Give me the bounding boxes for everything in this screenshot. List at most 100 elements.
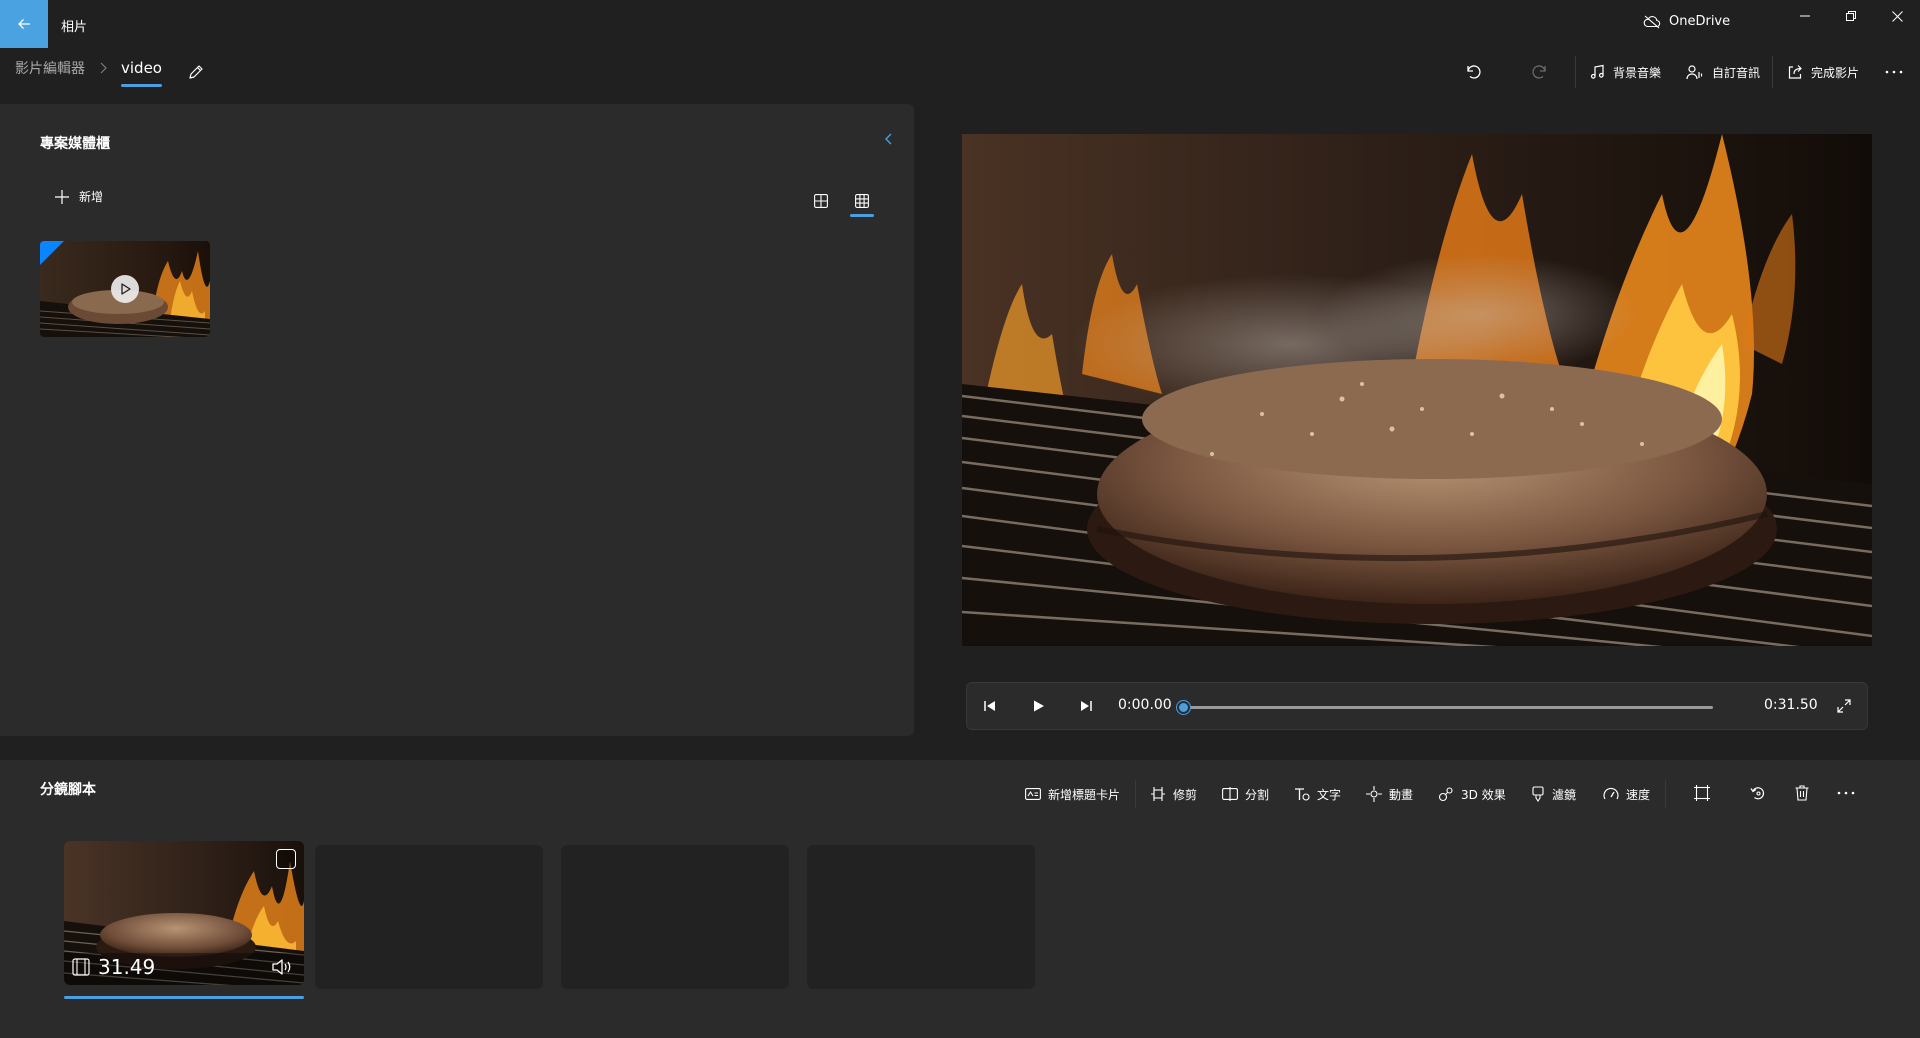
minimize-button[interactable] (1782, 0, 1828, 32)
media-item-thumbnail[interactable] (40, 241, 210, 337)
add-title-card-label: 新增標題卡片 (1048, 787, 1121, 802)
play-button[interactable] (1025, 693, 1051, 719)
breadcrumb-root[interactable]: 影片編輯器 (15, 58, 85, 78)
motion-button[interactable]: 動畫 (1366, 784, 1413, 804)
clip-volume-button[interactable] (272, 959, 294, 975)
large-grid-view-button[interactable] (808, 188, 834, 214)
grid-small-icon (855, 194, 869, 208)
project-name: video (121, 59, 162, 87)
restore-icon (1846, 11, 1856, 21)
breadcrumb: 影片編輯器 video (15, 58, 162, 87)
grid-large-icon (814, 194, 828, 208)
person-audio-icon (1686, 65, 1703, 80)
onedrive-status[interactable]: OneDrive (1643, 14, 1730, 29)
toolbar-divider (1772, 56, 1773, 88)
title-bar: 相片 OneDrive (0, 0, 1920, 48)
speedometer-icon (1603, 787, 1619, 800)
step-forward-icon (1081, 701, 1092, 711)
rotate-button[interactable] (1745, 780, 1771, 806)
current-time: 0:00.00 (1118, 697, 1172, 713)
back-button[interactable] (0, 0, 48, 48)
filters-button[interactable]: 濾鏡 (1531, 784, 1576, 804)
trim-button[interactable]: 修剪 (1150, 784, 1197, 804)
trim-label: 修剪 (1173, 787, 1198, 802)
delete-button[interactable] (1789, 780, 1815, 806)
text-button[interactable]: 文字 (1294, 784, 1341, 804)
storyboard-title: 分鏡腳本 (40, 782, 96, 798)
storyboard-more-button[interactable] (1833, 780, 1859, 806)
trim-icon (1151, 787, 1165, 801)
custom-audio-button[interactable]: 自訂音訊 (1686, 58, 1760, 86)
add-media-button[interactable]: 新增 (55, 188, 103, 205)
minimize-icon (1800, 15, 1810, 17)
play-icon (121, 283, 131, 295)
next-frame-button[interactable] (1073, 693, 1099, 719)
filter-brush-icon (1532, 786, 1544, 802)
rotate-icon (1750, 787, 1765, 800)
add-media-label: 新增 (79, 190, 104, 204)
motion-icon (1366, 786, 1382, 802)
trash-icon (1795, 785, 1809, 801)
split-label: 分割 (1245, 787, 1270, 802)
fullscreen-button[interactable] (1831, 693, 1857, 719)
tool-divider (1665, 780, 1666, 808)
expand-icon (1837, 699, 1851, 713)
more-options-button[interactable] (1880, 58, 1908, 86)
tool-divider (1135, 780, 1136, 808)
view-selected-indicator (850, 214, 874, 217)
3d-effects-label: 3D 效果 (1461, 787, 1506, 802)
seek-bar[interactable] (1183, 706, 1713, 709)
project-name-text: video (121, 59, 162, 77)
redo-button[interactable] (1526, 58, 1554, 86)
chevron-left-icon (885, 133, 892, 145)
seek-thumb[interactable] (1177, 701, 1190, 714)
redo-icon (1532, 65, 1546, 79)
plus-icon (55, 189, 69, 204)
resize-button[interactable] (1689, 780, 1715, 806)
preview-play-button[interactable] (111, 275, 139, 303)
close-button[interactable] (1874, 0, 1920, 32)
speed-button[interactable]: 速度 (1603, 784, 1650, 804)
speaker-icon (272, 959, 291, 975)
library-title: 專案媒體櫃 (40, 136, 110, 152)
more-horizontal-icon (1885, 70, 1903, 74)
text-label: 文字 (1317, 787, 1342, 802)
finish-video-label: 完成影片 (1811, 65, 1860, 80)
previous-frame-button[interactable] (977, 693, 1003, 719)
step-back-icon (984, 701, 995, 711)
app-title: 相片 (61, 20, 88, 35)
storyboard-panel: 分鏡腳本 新增標題卡片 修剪 分割 文字 動畫 3D 效果 濾鏡 速度 31.4… (0, 760, 1920, 1038)
restore-button[interactable] (1828, 0, 1874, 32)
undo-button[interactable] (1459, 58, 1487, 86)
project-library-panel: 專案媒體櫃 新增 (0, 104, 914, 736)
film-icon (72, 958, 90, 976)
rename-project-button[interactable] (184, 60, 208, 84)
finish-video-button[interactable]: 完成影片 (1787, 58, 1859, 86)
empty-clip-slot (807, 845, 1035, 989)
custom-audio-label: 自訂音訊 (1712, 65, 1761, 80)
share-export-icon (1788, 65, 1802, 79)
pencil-icon (189, 65, 203, 79)
clip-duration-text: 31.49 (98, 955, 156, 979)
resize-frame-icon (1694, 785, 1710, 801)
background-music-button[interactable]: 背景音樂 (1589, 58, 1661, 86)
effects-3d-icon (1438, 787, 1453, 802)
add-title-card-button[interactable]: 新增標題卡片 (1025, 784, 1120, 804)
project-name-underline (121, 84, 162, 87)
play-icon (1034, 700, 1044, 712)
video-preview (962, 134, 1872, 646)
split-button[interactable]: 分割 (1222, 784, 1269, 804)
3d-effects-button[interactable]: 3D 效果 (1438, 784, 1506, 804)
empty-clip-slot (315, 845, 543, 989)
close-icon (1891, 10, 1903, 22)
text-icon (1295, 788, 1310, 801)
collapse-library-button[interactable] (884, 132, 894, 146)
clip-selected-indicator (64, 996, 304, 999)
storyboard-clip[interactable]: 31.49 (64, 841, 304, 985)
total-time: 0:31.50 (1764, 697, 1818, 713)
clip-select-checkbox[interactable] (276, 849, 296, 869)
playback-controls: 0:00.00 0:31.50 (966, 682, 1868, 730)
music-note-icon (1590, 64, 1604, 79)
background-music-label: 背景音樂 (1613, 65, 1662, 80)
small-grid-view-button[interactable] (849, 188, 875, 214)
